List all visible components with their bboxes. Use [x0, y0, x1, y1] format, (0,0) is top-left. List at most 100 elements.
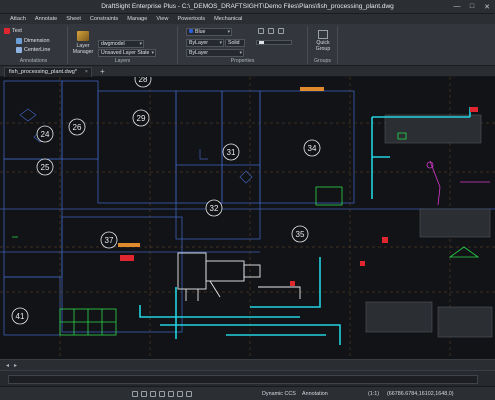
- text-tool[interactable]: Text: [4, 28, 22, 34]
- lineweight-dropdown[interactable]: ByLayer ▾: [186, 49, 244, 57]
- layers-group: Layer Manager dwgmodel ▾ Unsaved Layer S…: [68, 26, 178, 64]
- color-dropdown[interactable]: Blue ▾: [186, 28, 232, 36]
- linestyle-dropdown[interactable]: ByLayer ▾: [186, 39, 224, 47]
- drawing-canvas[interactable]: 24 25 26 29 31 32 34 35 37 41 28: [0, 77, 495, 359]
- layer-state-dropdown[interactable]: Unsaved Layer State ▾: [98, 49, 156, 57]
- centerline-tool[interactable]: CenterLine: [16, 47, 50, 53]
- layer-manager-button[interactable]: Layer Manager: [71, 31, 95, 55]
- room-number-text: 34: [308, 144, 317, 153]
- menu-sheet[interactable]: Sheet: [66, 16, 81, 22]
- command-input[interactable]: [8, 375, 478, 384]
- dimension-label: Dimension: [24, 38, 50, 44]
- equipment: [177, 252, 301, 301]
- quick-group-button[interactable]: Quick Group: [310, 30, 336, 52]
- grid-display-icon[interactable]: [141, 391, 147, 397]
- list-icon[interactable]: [278, 28, 284, 34]
- text-icon: [4, 28, 10, 34]
- room-number-text: 37: [105, 236, 114, 245]
- layout-tab-bar: ◂ ▸: [0, 359, 495, 370]
- polar-icon[interactable]: [159, 391, 165, 397]
- layer-manager-line2: Manager: [72, 49, 94, 55]
- menu-attach[interactable]: Attach: [10, 16, 26, 22]
- window-controls: — □ ✕: [451, 1, 493, 12]
- lineweight-display-icon[interactable]: [186, 391, 192, 397]
- chevron-down-icon: ▾: [219, 40, 222, 46]
- room-number-text: 29: [137, 114, 146, 123]
- color-swatch: [189, 29, 193, 33]
- status-bar: Dynamic CCS Annotation (1:1) (66786.6784…: [0, 386, 495, 400]
- room-number-text: 24: [41, 130, 50, 139]
- match-icon[interactable]: [258, 28, 264, 34]
- room-number-text: 41: [16, 312, 25, 321]
- room-number-text: 28: [139, 77, 148, 84]
- cad-drawing: 24 25 26 29 31 32 34 35 37 41 28: [0, 77, 495, 359]
- layer-dropdown-value: dwgmodel: [101, 41, 125, 47]
- coordinate-readout: (66786.6784,16102,1648,0): [387, 391, 454, 397]
- scroll-left-arrow[interactable]: ◂: [6, 362, 9, 369]
- color-value: Blue: [195, 29, 206, 35]
- document-tab-bar: fish_processing_plant.dwg* × +: [0, 66, 495, 77]
- solid-dropdown[interactable]: Solid: [225, 39, 245, 47]
- document-tab[interactable]: fish_processing_plant.dwg* ×: [4, 67, 92, 77]
- layer-manager-icon: [77, 31, 89, 41]
- room-number-text: 25: [41, 163, 50, 172]
- layer-state-value: Unsaved Layer State: [101, 50, 150, 56]
- properties-icons: [258, 28, 284, 34]
- room-number-text: 26: [73, 123, 82, 132]
- minimize-button[interactable]: —: [451, 1, 463, 12]
- groups-group-label: Groups: [313, 58, 331, 64]
- annotations-group-label: Annotations: [19, 58, 48, 64]
- annotation-scale-label[interactable]: Annotation: [302, 391, 328, 397]
- menu-powertools[interactable]: Powertools: [177, 16, 205, 22]
- esnap-icon[interactable]: [168, 391, 174, 397]
- menu-bar: Attach Annotate Sheet Constraints Manage…: [0, 14, 495, 24]
- quick-group-line2: Group: [315, 46, 331, 52]
- room-number-text: 31: [227, 148, 236, 157]
- chevron-down-icon: ▾: [151, 50, 154, 56]
- maximize-button[interactable]: □: [466, 1, 478, 12]
- hatched-areas: [365, 114, 493, 338]
- chevron-down-icon: ▾: [139, 41, 142, 47]
- room-numbers: 24 25 26 29 31 32 34 35 37 41 28: [16, 77, 317, 321]
- dimension-tool[interactable]: Dimension: [16, 38, 49, 44]
- group-icon: [318, 30, 328, 39]
- centerline-label: CenterLine: [24, 47, 51, 53]
- snap-icon[interactable]: [132, 391, 138, 397]
- title-bar: DraftSight Enterprise Plus - C:\_DEMOS_D…: [0, 0, 495, 14]
- text-label: Text: [12, 28, 22, 34]
- menu-manage[interactable]: Manage: [127, 16, 147, 22]
- scale-readout: (1:1): [368, 391, 380, 397]
- solid-value: Solid: [228, 40, 240, 46]
- window-title: DraftSight Enterprise Plus - C:\_DEMOS_D…: [101, 3, 394, 10]
- room-number-text: 32: [210, 204, 219, 213]
- menu-constraints[interactable]: Constraints: [90, 16, 118, 22]
- layer-dropdown[interactable]: dwgmodel ▾: [98, 40, 144, 48]
- command-window: [0, 370, 495, 386]
- transparency-slider[interactable]: [256, 40, 292, 45]
- ortho-icon[interactable]: [150, 391, 156, 397]
- ribbon: Text Dimension CenterLine Annotations La…: [0, 24, 495, 66]
- scroll-right-arrow[interactable]: ▸: [14, 362, 17, 369]
- centerline-icon: [16, 47, 22, 53]
- room-number-text: 35: [296, 230, 305, 239]
- grid-icon[interactable]: [268, 28, 274, 34]
- menu-annotate[interactable]: Annotate: [35, 16, 57, 22]
- close-button[interactable]: ✕: [481, 1, 493, 12]
- properties-group-label: Properties: [230, 58, 255, 64]
- menu-view[interactable]: View: [156, 16, 168, 22]
- magenta-details: [426, 160, 490, 206]
- orange-labels: [118, 87, 324, 247]
- dimension-icon: [16, 38, 22, 44]
- dynamic-ccs-toggle[interactable]: Dynamic CCS: [262, 391, 296, 397]
- chevron-down-icon: ▾: [227, 29, 230, 35]
- linestyle-value: ByLayer: [189, 40, 209, 46]
- slider-thumb[interactable]: [259, 41, 264, 44]
- close-icon[interactable]: ×: [85, 69, 88, 75]
- properties-group: Blue ▾ ByLayer ▾ Solid ByLayer ▾ Propert…: [178, 26, 308, 64]
- menu-mechanical[interactable]: Mechanical: [214, 16, 242, 22]
- chevron-down-icon: ▾: [239, 50, 242, 56]
- new-tab-button[interactable]: +: [100, 67, 105, 76]
- etrack-icon[interactable]: [177, 391, 183, 397]
- layers-group-label: Layers: [114, 58, 131, 64]
- lineweight-value: ByLayer: [189, 50, 209, 56]
